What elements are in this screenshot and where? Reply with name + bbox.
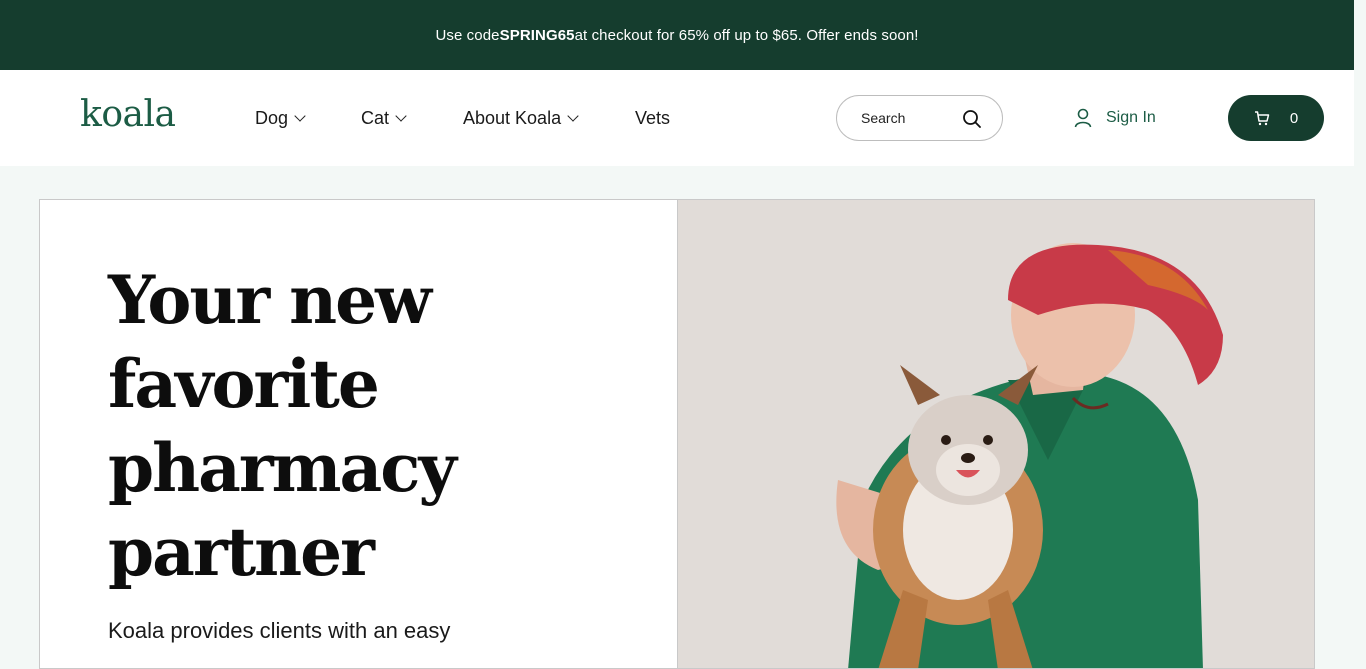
sign-in-link[interactable]: Sign In [1074,108,1156,128]
nav-vets[interactable]: Vets [635,108,670,129]
nav-cat[interactable]: Cat [361,108,407,129]
nav-about-label: About Koala [463,108,562,128]
nav-dog[interactable]: Dog [255,108,306,129]
promo-banner: Use code SPRING65 at checkout for 65% of… [0,0,1354,70]
chevron-down-icon [567,109,579,122]
cart-button[interactable]: 0 [1228,95,1324,141]
nav-about-koala[interactable]: About Koala [463,108,579,129]
promo-prefix: Use code [435,26,500,44]
cart-icon [1254,111,1270,126]
hero-title: Your new favorite pharmacy partner [108,258,628,594]
sign-in-label: Sign In [1106,109,1156,126]
vet-with-dog-photo [678,200,1314,668]
nav-vets-label: Vets [635,108,671,128]
nav-cat-label: Cat [361,108,390,128]
hero-text-panel: Your new favorite pharmacy partner Koala… [40,200,677,668]
search-input[interactable]: Search [836,95,1003,141]
promo-code: SPRING65 [499,26,575,44]
search-icon[interactable] [962,109,982,129]
hero-title-line: favorite [108,345,380,423]
hero-title-line: pharmacy [108,429,457,507]
nav-dog-label: Dog [255,108,289,128]
promo-suffix: at checkout for 65% off up to $65. Offer… [574,26,919,44]
koala-logo[interactable]: koala [80,94,176,135]
hero-title-line: partner [108,513,375,591]
chevron-down-icon [395,109,407,122]
hero-subtitle: Koala provides clients with an easy [108,618,451,643]
hero-section: Your new favorite pharmacy partner Koala… [39,199,1315,669]
chevron-down-icon [294,109,306,122]
user-icon [1074,108,1092,128]
site-header: koala Dog Cat About Koala Vets Search Si… [0,70,1354,166]
cart-count: 0 [1289,109,1299,127]
search-placeholder: Search [861,110,906,126]
hero-title-line: Your new [108,261,432,339]
hero-image [677,200,1314,668]
